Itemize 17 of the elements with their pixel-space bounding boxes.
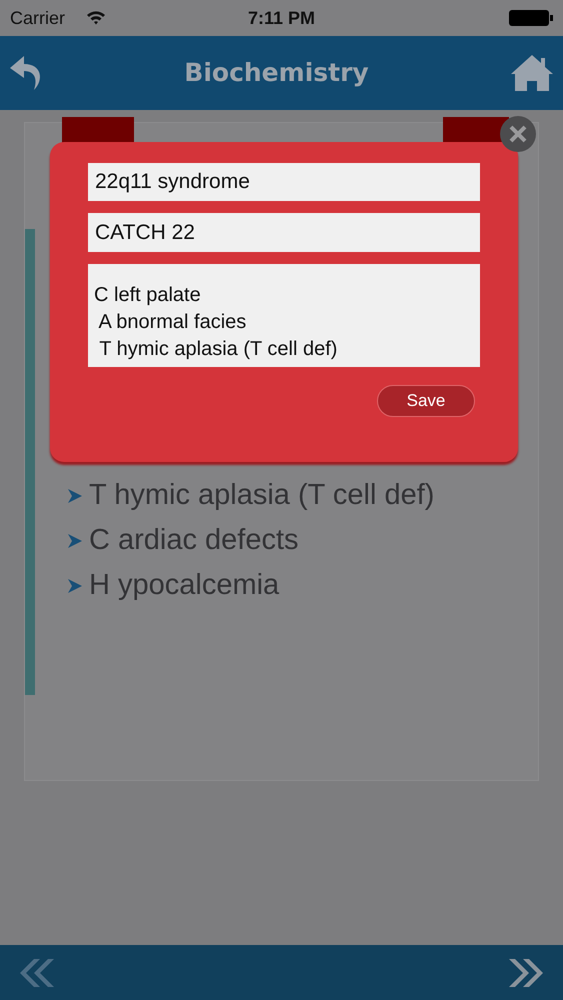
battery-icon: [509, 10, 553, 26]
list-item-text: C ardiac defects: [89, 523, 299, 558]
wifi-icon: [86, 10, 106, 25]
bullet-arrow-icon: [67, 532, 83, 548]
home-icon[interactable]: [508, 53, 555, 93]
bullet-arrow-icon: [67, 578, 83, 594]
clock-time: 7:11 PM: [248, 6, 316, 30]
close-icon[interactable]: [509, 125, 527, 143]
bullet-arrow-icon: [67, 488, 83, 504]
title-field[interactable]: 22q11 syndrome: [88, 163, 480, 201]
screen-title: Biochemistry: [184, 57, 369, 90]
notes-field[interactable]: C left palate A bnormal facies T hymic aplasia (T cell def): [88, 264, 480, 367]
mnemonic-field[interactable]: CATCH 22: [88, 213, 480, 252]
list-item-text: T hymic aplasia (T cell def): [89, 478, 434, 513]
carrier-label: Carrier: [10, 6, 66, 30]
list-item-text: H ypocalcemia: [89, 568, 280, 603]
save-button[interactable]: Save: [377, 385, 475, 417]
